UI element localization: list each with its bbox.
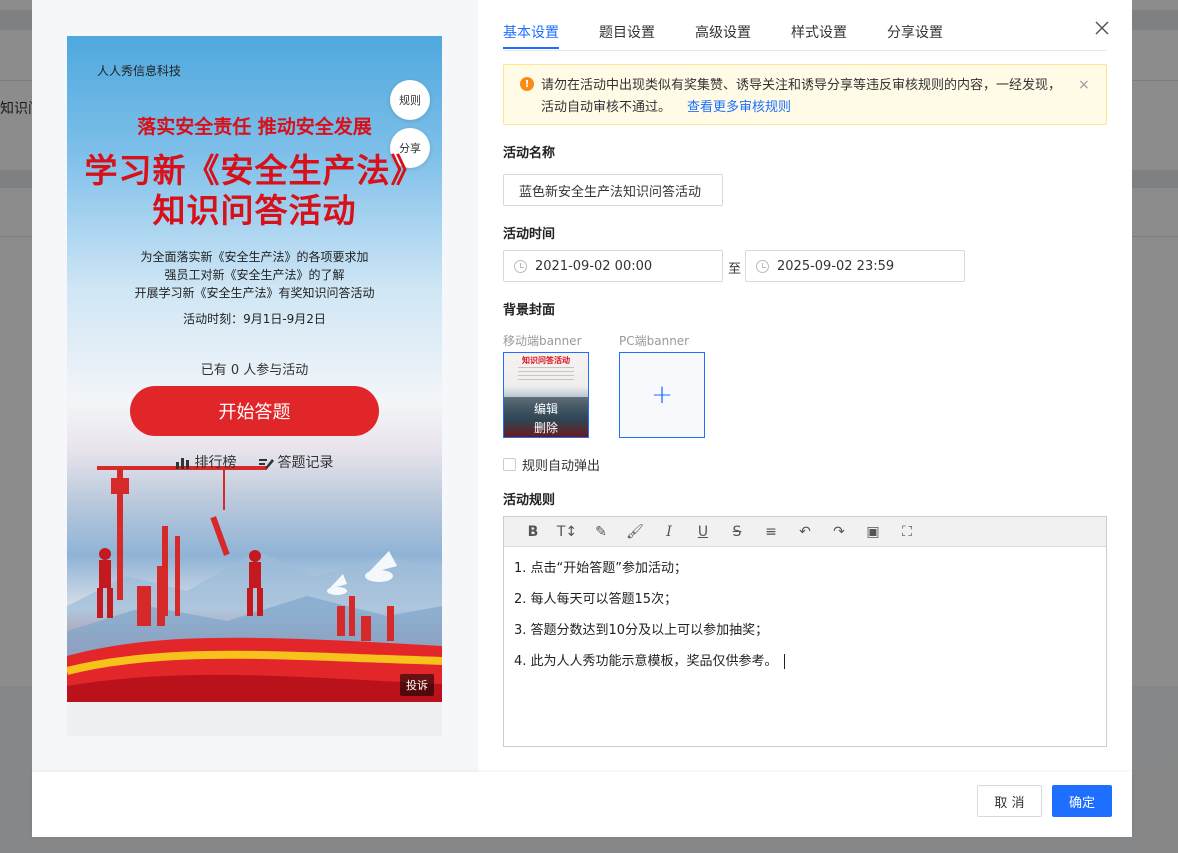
construction-scene-illustration — [67, 466, 442, 702]
notice-close-icon[interactable]: × — [1078, 77, 1090, 93]
clock-icon — [514, 259, 527, 273]
rule-line: 2. 每人每天可以答题15次； — [514, 592, 678, 607]
confirm-button[interactable]: 确定 — [1052, 785, 1112, 817]
review-rules-link[interactable]: 查看更多审核规则 — [687, 100, 791, 115]
tab-questions[interactable]: 题目设置 — [599, 22, 655, 42]
editor-toolbar: B T↕ ✎ 🖌 I U S ≡ ↶ ↷ ▣ ⛶ — [504, 517, 1106, 547]
rules-label: 活动规则 — [503, 493, 556, 508]
close-icon[interactable] — [1094, 20, 1110, 36]
thumbnail-title: 知识问答活动 — [522, 356, 570, 365]
mobile-preview: 人人秀信息科技 规则 分享 落实安全责任 推动安全发展 学习新《安全生产法》 知… — [67, 36, 442, 736]
auto-popup-checkbox[interactable] — [503, 458, 516, 471]
underline-icon[interactable]: U — [686, 524, 720, 540]
mobile-banner-label: 移动端banner — [503, 334, 582, 348]
settings-modal: 人人秀信息科技 规则 分享 落实安全责任 推动安全发展 学习新《安全生产法》 知… — [32, 0, 1132, 837]
pc-banner-label: PC端banner — [619, 334, 690, 348]
activity-time-text: 活动时刻：9月1日-9月2日 — [183, 312, 326, 326]
rules-editor: B T↕ ✎ 🖌 I U S ≡ ↶ ↷ ▣ ⛶ 1. 点击“开始答题”参加活动… — [503, 516, 1107, 747]
auto-popup-label: 规则自动弹出 — [522, 459, 601, 474]
start-time-value: 2021-09-02 00:00 — [535, 258, 653, 274]
leaderboard-label: 排行榜 — [194, 455, 237, 471]
poster-slogan: 落实安全责任 推动安全发展 — [137, 116, 372, 138]
rule-line: 3. 答题分数达到10分及以上可以参加抽奖； — [514, 623, 769, 638]
rule-line-last: 4. 此为人人秀功能示意模板，奖品仅供参考。 — [514, 650, 1094, 681]
fullscreen-icon[interactable]: ⛶ — [890, 524, 924, 540]
review-notice: ! 请勿在活动中出现类似有奖集赞、诱导关注和诱导分享等违反审核规则的内容，一经发… — [503, 64, 1107, 125]
bold-icon[interactable]: B — [516, 524, 550, 540]
start-quiz-button[interactable]: 开始答题 — [130, 386, 379, 436]
preview-panel: 人人秀信息科技 规则 分享 落实安全责任 推动安全发展 学习新《安全生产法》 知… — [32, 0, 478, 772]
tab-share[interactable]: 分享设置 — [887, 22, 943, 42]
brush-icon[interactable]: 🖌 — [618, 524, 652, 540]
activity-name-label: 活动名称 — [503, 146, 556, 161]
undo-icon[interactable]: ↶ — [788, 524, 822, 540]
bar-chart-icon — [175, 457, 189, 469]
cover-label: 背景封面 — [503, 303, 556, 318]
modal-footer: 取 消 确定 — [32, 772, 1132, 837]
mobile-banner-thumbnail: 知识问答活动 编辑 删除 — [503, 352, 589, 438]
settings-tabs: 基本设置 题目设置 高级设置 样式设置 分享设置 — [503, 0, 1107, 51]
participant-count: 已有 0 人参与活动 — [200, 363, 309, 378]
activity-time-label: 活动时间 — [503, 227, 556, 242]
activity-name-input[interactable]: 蓝色新安全生产法知识问答活动 — [503, 174, 723, 206]
active-tab-indicator — [503, 47, 559, 49]
records-link[interactable]: 答题记录 — [258, 452, 334, 472]
edit-record-icon — [258, 458, 274, 469]
end-time-input[interactable]: 2025-09-02 23:59 — [745, 250, 965, 282]
plus-icon: + — [651, 380, 673, 410]
delete-banner-button[interactable]: 删除 — [504, 419, 588, 436]
records-label: 答题记录 — [277, 455, 334, 471]
rule-line: 4. 此为人人秀功能示意模板，奖品仅供参考。 — [514, 654, 778, 669]
clock-icon — [756, 259, 769, 273]
text-caret — [783, 654, 785, 669]
poster-links: 排行榜 答题记录 — [67, 452, 442, 472]
poster-description: 为全面落实新《安全生产法》的各项要求加 — [140, 250, 369, 264]
image-icon[interactable]: ▣ — [856, 524, 890, 540]
activity-poster: 人人秀信息科技 规则 分享 落实安全责任 推动安全发展 学习新《安全生产法》 知… — [67, 36, 442, 702]
rule-line: 1. 点击“开始答题”参加活动； — [514, 561, 688, 576]
start-time-input[interactable]: 2021-09-02 00:00 — [503, 250, 723, 282]
font-size-icon[interactable]: T↕ — [550, 524, 584, 540]
poster-description: 开展学习新《安全生产法》有奖知识问答活动 — [134, 286, 375, 300]
tab-style[interactable]: 样式设置 — [791, 22, 847, 42]
company-name: 人人秀信息科技 — [97, 64, 182, 78]
align-icon[interactable]: ≡ — [754, 524, 788, 540]
italic-icon[interactable]: I — [652, 524, 686, 540]
time-separator: 至 — [728, 262, 742, 277]
thumbnail-text-lines — [518, 367, 574, 383]
complain-button[interactable]: 投诉 — [400, 674, 434, 696]
tab-basic[interactable]: 基本设置 — [503, 22, 559, 42]
edit-banner-button[interactable]: 编辑 — [504, 400, 588, 417]
tab-advanced[interactable]: 高级设置 — [695, 22, 751, 42]
cancel-button[interactable]: 取 消 — [977, 785, 1042, 817]
auto-popup-option[interactable]: 规则自动弹出 — [503, 455, 600, 474]
editor-content[interactable]: 1. 点击“开始答题”参加活动； 2. 每人每天可以答题15次； 3. 答题分数… — [514, 557, 1094, 681]
strikethrough-icon[interactable]: S — [720, 524, 754, 540]
notice-text: 请勿在活动中出现类似有奖集赞、诱导关注和诱导分享等违反审核规则的内容，一经发现，… — [541, 75, 1071, 119]
poster-subtitle: 知识问答活动 — [152, 191, 357, 230]
leaderboard-link[interactable]: 排行榜 — [175, 452, 237, 472]
end-time-value: 2025-09-02 23:59 — [777, 258, 895, 274]
activity-name-value: 蓝色新安全生产法知识问答活动 — [519, 184, 702, 200]
highlight-icon[interactable]: ✎ — [584, 524, 618, 540]
notice-message: 请勿在活动中出现类似有奖集赞、诱导关注和诱导分享等违反审核规则的内容，一经发现，… — [541, 78, 1062, 115]
pc-banner-upload[interactable]: + — [619, 352, 705, 438]
warning-icon: ! — [520, 77, 534, 91]
poster-description: 强员工对新《安全生产法》的了解 — [164, 268, 345, 282]
redo-icon[interactable]: ↷ — [822, 524, 856, 540]
